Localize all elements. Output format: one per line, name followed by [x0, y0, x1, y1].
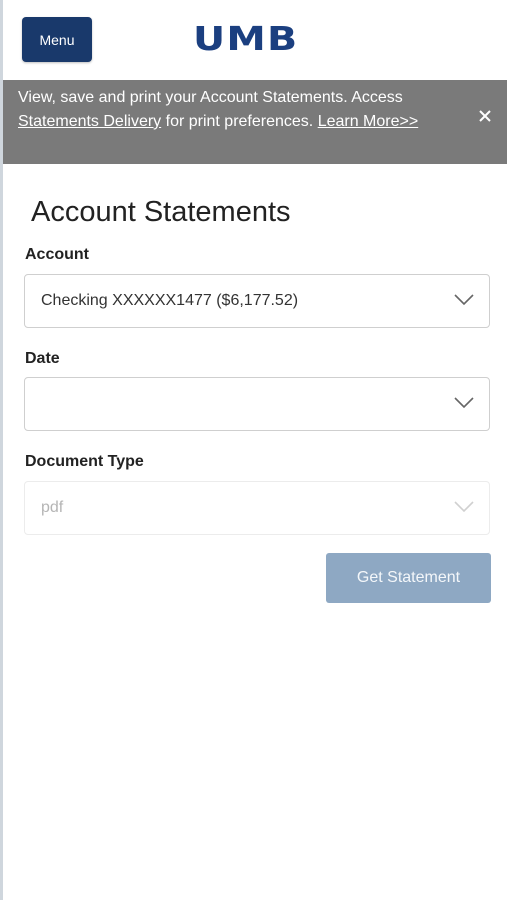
app-page: Menu UMB View, save and print your Accou… — [0, 0, 507, 900]
date-label: Date — [25, 350, 60, 367]
statements-delivery-link[interactable]: Statements Delivery — [18, 113, 161, 130]
info-banner: View, save and print your Account Statem… — [3, 80, 507, 164]
learn-more-link[interactable]: Learn More>> — [318, 113, 419, 130]
header: Menu UMB — [3, 0, 507, 80]
account-select-value: Checking XXXXXX1477 ($6,177.52) — [41, 292, 299, 309]
account-select[interactable]: Checking XXXXXX1477 ($6,177.52) — [24, 274, 490, 328]
chevron-down-icon — [454, 397, 474, 409]
get-statement-button[interactable]: Get Statement — [326, 553, 491, 603]
close-icon[interactable] — [477, 108, 493, 124]
account-label: Account — [25, 246, 89, 263]
umb-logo[interactable]: UMB — [193, 22, 321, 56]
chevron-down-icon — [454, 501, 474, 513]
menu-button[interactable]: Menu — [22, 17, 92, 62]
document-type-select[interactable]: pdf — [24, 481, 490, 535]
chevron-down-icon — [454, 294, 474, 306]
page-title: Account Statements — [31, 196, 291, 228]
logo-text: UMB — [193, 19, 299, 58]
date-select[interactable] — [24, 377, 490, 431]
document-type-value: pdf — [41, 499, 64, 516]
banner-text-start: View, save and print your Account Statem… — [18, 89, 403, 106]
statements-form: Account Statements Account Checking XXXX… — [21, 164, 491, 603]
banner-text-middle: for print preferences. — [161, 113, 318, 130]
document-type-label: Document Type — [25, 453, 144, 470]
